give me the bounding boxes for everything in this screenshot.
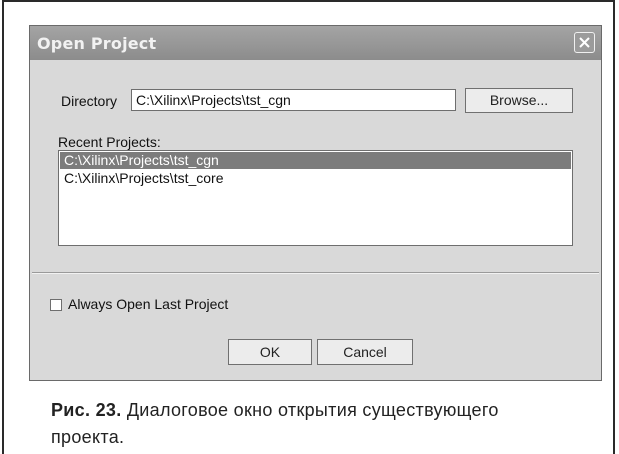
open-project-dialog: Open Project Directory C:\Xilinx\Project… xyxy=(29,25,602,381)
close-button[interactable] xyxy=(574,32,595,53)
list-item[interactable]: C:\Xilinx\Projects\tst_cgn xyxy=(60,152,571,169)
cancel-button[interactable]: Cancel xyxy=(317,339,413,365)
separator xyxy=(32,272,599,274)
page-frame-top xyxy=(2,0,615,2)
page-frame-left xyxy=(2,0,4,454)
list-item[interactable]: C:\Xilinx\Projects\tst_core xyxy=(60,170,571,187)
always-open-checkbox[interactable] xyxy=(50,299,62,311)
browse-button[interactable]: Browse... xyxy=(465,88,573,113)
recent-projects-list[interactable]: C:\Xilinx\Projects\tst_cgn C:\Xilinx\Pro… xyxy=(58,150,573,246)
always-open-label: Always Open Last Project xyxy=(68,296,229,312)
dialog-titlebar: Open Project xyxy=(30,26,601,60)
recent-projects-label: Recent Projects: xyxy=(58,134,161,150)
figure-caption: Рис. 23. Диалоговое окно открытия сущест… xyxy=(51,397,571,451)
dialog-title: Open Project xyxy=(37,34,157,53)
directory-field[interactable]: C:\Xilinx\Projects\tst_cgn xyxy=(131,89,456,111)
page-frame-right xyxy=(613,0,615,454)
directory-label: Directory xyxy=(61,93,118,109)
ok-button[interactable]: OK xyxy=(228,339,312,365)
caption-prefix: Рис. 23. xyxy=(51,400,122,420)
close-icon xyxy=(579,37,590,48)
